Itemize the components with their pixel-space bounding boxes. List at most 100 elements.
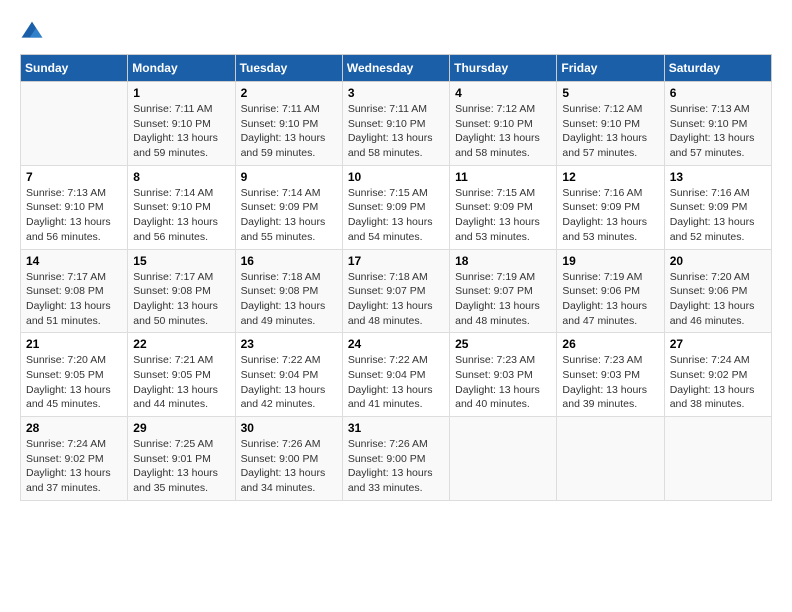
day-number: 10 [348,170,444,184]
day-number: 7 [26,170,122,184]
calendar-cell: 28 Sunrise: 7:24 AMSunset: 9:02 PMDayligh… [21,417,128,501]
calendar-cell: 11 Sunrise: 7:15 AMSunset: 9:09 PMDayligh… [450,165,557,249]
day-number: 5 [562,86,658,100]
calendar-cell: 6 Sunrise: 7:13 AMSunset: 9:10 PMDaylight… [664,82,771,166]
day-detail: Sunrise: 7:19 AMSunset: 9:06 PMDaylight:… [562,270,658,329]
page-header [20,20,772,44]
day-detail: Sunrise: 7:11 AMSunset: 9:10 PMDaylight:… [133,102,229,161]
day-detail: Sunrise: 7:15 AMSunset: 9:09 PMDaylight:… [348,186,444,245]
day-detail: Sunrise: 7:23 AMSunset: 9:03 PMDaylight:… [455,353,551,412]
day-detail: Sunrise: 7:24 AMSunset: 9:02 PMDaylight:… [26,437,122,496]
day-number: 13 [670,170,766,184]
calendar-week-row: 7 Sunrise: 7:13 AMSunset: 9:10 PMDaylight… [21,165,772,249]
calendar-header-saturday: Saturday [664,55,771,82]
calendar-cell: 15Sunrise: 7:17 AMSunset: 9:08 PMDayligh… [128,249,235,333]
day-detail: Sunrise: 7:17 AMSunset: 9:08 PMDaylight:… [26,270,122,329]
day-number: 27 [670,337,766,351]
day-number: 30 [241,421,337,435]
calendar-cell: 8Sunrise: 7:14 AMSunset: 9:10 PMDaylight… [128,165,235,249]
day-detail: Sunrise: 7:11 AMSunset: 9:10 PMDaylight:… [348,102,444,161]
calendar-header-row: SundayMondayTuesdayWednesdayThursdayFrid… [21,55,772,82]
day-detail: Sunrise: 7:18 AMSunset: 9:07 PMDaylight:… [348,270,444,329]
calendar-cell [21,82,128,166]
calendar-header-friday: Friday [557,55,664,82]
calendar-cell [664,417,771,501]
day-detail: Sunrise: 7:15 AMSunset: 9:09 PMDaylight:… [455,186,551,245]
calendar-cell: 17 Sunrise: 7:18 AMSunset: 9:07 PMDayligh… [342,249,449,333]
calendar-cell: 21Sunrise: 7:20 AMSunset: 9:05 PMDayligh… [21,333,128,417]
calendar-week-row: 28 Sunrise: 7:24 AMSunset: 9:02 PMDayligh… [21,417,772,501]
calendar-week-row: 1 Sunrise: 7:11 AMSunset: 9:10 PMDaylight… [21,82,772,166]
day-number: 29 [133,421,229,435]
day-detail: Sunrise: 7:17 AMSunset: 9:08 PMDaylight:… [133,270,229,329]
day-number: 31 [348,421,444,435]
day-detail: Sunrise: 7:26 AMSunset: 9:00 PMDaylight:… [241,437,337,496]
day-number: 3 [348,86,444,100]
calendar-week-row: 14 Sunrise: 7:17 AMSunset: 9:08 PMDayligh… [21,249,772,333]
calendar-cell: 4 Sunrise: 7:12 AMSunset: 9:10 PMDaylight… [450,82,557,166]
day-number: 25 [455,337,551,351]
day-detail: Sunrise: 7:13 AMSunset: 9:10 PMDaylight:… [670,102,766,161]
day-number: 6 [670,86,766,100]
day-number: 21 [26,337,122,351]
calendar-cell: 2Sunrise: 7:11 AMSunset: 9:10 PMDaylight… [235,82,342,166]
calendar-cell: 31 Sunrise: 7:26 AMSunset: 9:00 PMDayligh… [342,417,449,501]
calendar-cell: 23Sunrise: 7:22 AMSunset: 9:04 PMDayligh… [235,333,342,417]
day-number: 17 [348,254,444,268]
day-number: 12 [562,170,658,184]
calendar-cell: 22 Sunrise: 7:21 AMSunset: 9:05 PMDayligh… [128,333,235,417]
calendar-cell: 27 Sunrise: 7:24 AMSunset: 9:02 PMDayligh… [664,333,771,417]
day-number: 24 [348,337,444,351]
calendar-header-sunday: Sunday [21,55,128,82]
calendar-header-monday: Monday [128,55,235,82]
calendar-cell: 12Sunrise: 7:16 AMSunset: 9:09 PMDayligh… [557,165,664,249]
day-number: 26 [562,337,658,351]
calendar-cell: 25 Sunrise: 7:23 AMSunset: 9:03 PMDayligh… [450,333,557,417]
day-detail: Sunrise: 7:25 AMSunset: 9:01 PMDaylight:… [133,437,229,496]
day-detail: Sunrise: 7:20 AMSunset: 9:06 PMDaylight:… [670,270,766,329]
day-number: 1 [133,86,229,100]
calendar-cell: 14 Sunrise: 7:17 AMSunset: 9:08 PMDayligh… [21,249,128,333]
day-number: 4 [455,86,551,100]
day-detail: Sunrise: 7:23 AMSunset: 9:03 PMDaylight:… [562,353,658,412]
day-detail: Sunrise: 7:16 AMSunset: 9:09 PMDaylight:… [670,186,766,245]
calendar-header-tuesday: Tuesday [235,55,342,82]
day-number: 9 [241,170,337,184]
logo-icon [20,20,44,44]
calendar-cell: 20 Sunrise: 7:20 AMSunset: 9:06 PMDayligh… [664,249,771,333]
calendar-cell: 18Sunrise: 7:19 AMSunset: 9:07 PMDayligh… [450,249,557,333]
calendar-cell: 24 Sunrise: 7:22 AMSunset: 9:04 PMDayligh… [342,333,449,417]
calendar-table: SundayMondayTuesdayWednesdayThursdayFrid… [20,54,772,501]
day-number: 19 [562,254,658,268]
calendar-cell: 13 Sunrise: 7:16 AMSunset: 9:09 PMDayligh… [664,165,771,249]
calendar-header-wednesday: Wednesday [342,55,449,82]
day-detail: Sunrise: 7:14 AMSunset: 9:10 PMDaylight:… [133,186,229,245]
logo [20,20,48,44]
calendar-cell: 29 Sunrise: 7:25 AMSunset: 9:01 PMDayligh… [128,417,235,501]
calendar-cell: 16Sunrise: 7:18 AMSunset: 9:08 PMDayligh… [235,249,342,333]
day-number: 20 [670,254,766,268]
day-number: 16 [241,254,337,268]
calendar-header-thursday: Thursday [450,55,557,82]
day-detail: Sunrise: 7:26 AMSunset: 9:00 PMDaylight:… [348,437,444,496]
day-detail: Sunrise: 7:21 AMSunset: 9:05 PMDaylight:… [133,353,229,412]
day-number: 18 [455,254,551,268]
day-detail: Sunrise: 7:13 AMSunset: 9:10 PMDaylight:… [26,186,122,245]
calendar-week-row: 21Sunrise: 7:20 AMSunset: 9:05 PMDayligh… [21,333,772,417]
day-number: 22 [133,337,229,351]
day-detail: Sunrise: 7:22 AMSunset: 9:04 PMDaylight:… [348,353,444,412]
day-detail: Sunrise: 7:14 AMSunset: 9:09 PMDaylight:… [241,186,337,245]
calendar-cell: 3 Sunrise: 7:11 AMSunset: 9:10 PMDaylight… [342,82,449,166]
calendar-cell: 19 Sunrise: 7:19 AMSunset: 9:06 PMDayligh… [557,249,664,333]
day-detail: Sunrise: 7:12 AMSunset: 9:10 PMDaylight:… [455,102,551,161]
calendar-cell [557,417,664,501]
calendar-cell: 30 Sunrise: 7:26 AMSunset: 9:00 PMDayligh… [235,417,342,501]
day-detail: Sunrise: 7:24 AMSunset: 9:02 PMDaylight:… [670,353,766,412]
day-number: 14 [26,254,122,268]
calendar-cell: 26 Sunrise: 7:23 AMSunset: 9:03 PMDayligh… [557,333,664,417]
day-number: 11 [455,170,551,184]
calendar-cell: 1 Sunrise: 7:11 AMSunset: 9:10 PMDaylight… [128,82,235,166]
day-number: 28 [26,421,122,435]
day-number: 23 [241,337,337,351]
day-number: 2 [241,86,337,100]
